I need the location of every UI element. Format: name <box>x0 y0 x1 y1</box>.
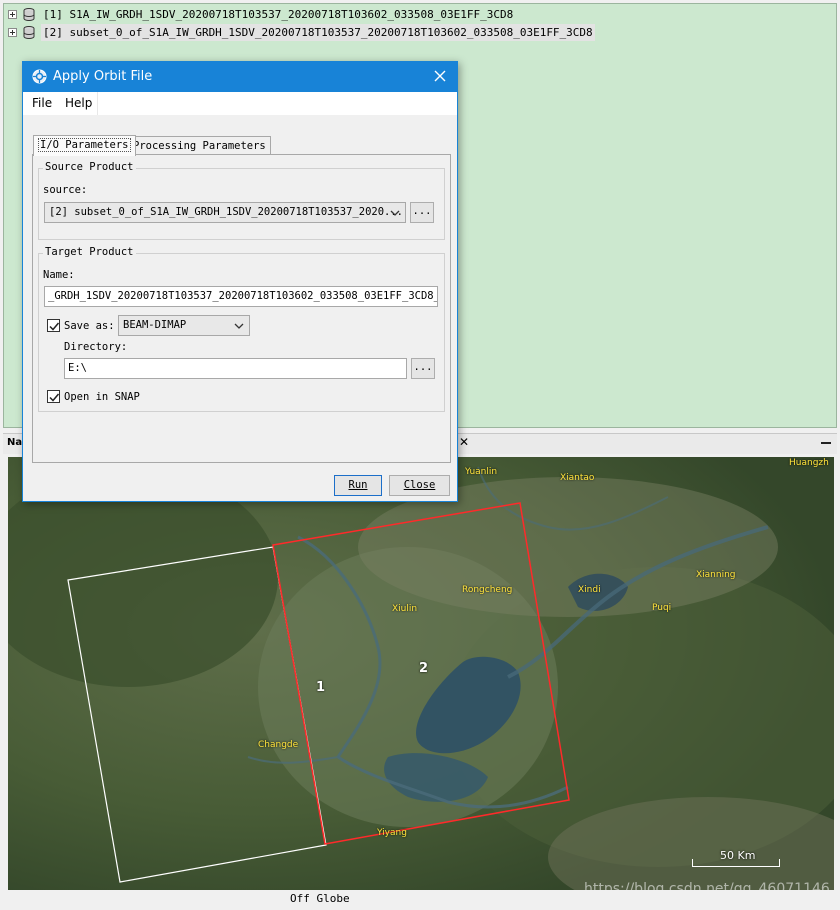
place-label: Rongcheng <box>462 585 513 595</box>
status-bar: Off Globe <box>3 890 837 908</box>
snap-app-icon <box>32 69 47 84</box>
directory-label: Directory: <box>64 341 128 353</box>
save-format-value: BEAM-DIMAP <box>123 319 187 331</box>
name-label: Name: <box>43 269 75 281</box>
product-row-1[interactable]: [1] S1A_IW_GRDH_1SDV_20200718T103537_202… <box>8 6 515 23</box>
place-label: Puqi <box>652 603 672 613</box>
dialog-titlebar[interactable]: Apply Orbit File <box>23 62 457 92</box>
run-button-label: Run <box>348 479 368 491</box>
scale-bar <box>692 859 780 867</box>
checkmark-icon <box>49 322 60 331</box>
directory-value: E:\ <box>68 362 87 374</box>
open-in-snap-label: Open in SNAP <box>64 391 140 403</box>
place-label: Xiantao <box>560 473 595 483</box>
close-button[interactable]: Close <box>389 475 450 496</box>
tab-processing-parameters[interactable]: Processing Parameters <box>128 136 271 156</box>
product-2-number: 2 <box>419 661 429 676</box>
minimize-icon[interactable] <box>821 442 831 444</box>
target-name-value: _GRDH_1SDV_20200718T103537_20200718T1036… <box>48 290 438 302</box>
group-title: Target Product <box>43 246 136 258</box>
world-map-view[interactable]: Yuanlin Xiantao Huangzh Rongcheng Xindi … <box>8 457 834 890</box>
run-button[interactable]: Run <box>334 475 382 496</box>
expand-icon[interactable] <box>8 28 17 37</box>
directory-browse-button[interactable]: ... <box>411 358 435 379</box>
place-label: Xianning <box>696 570 736 580</box>
open-in-snap-checkbox[interactable] <box>47 390 60 403</box>
place-label: Huangzh <box>789 458 829 468</box>
place-label: Xindi <box>578 585 601 595</box>
target-product-group: Target Product Name: _GRDH_1SDV_20200718… <box>38 246 445 412</box>
save-as-label: Save as: <box>64 320 115 332</box>
target-name-field[interactable]: _GRDH_1SDV_20200718T103537_20200718T1036… <box>44 286 438 307</box>
menubar-divider <box>97 92 98 115</box>
menu-file[interactable]: File <box>32 96 52 110</box>
place-label: Yiyang <box>377 828 407 838</box>
product-1-number: 1 <box>316 680 326 695</box>
product-row-2[interactable]: [2] subset_0_of_S1A_IW_GRDH_1SDV_2020071… <box>8 24 595 41</box>
save-as-checkbox[interactable] <box>47 319 60 332</box>
close-icon[interactable] <box>431 67 449 85</box>
product-label[interactable]: [1] S1A_IW_GRDH_1SDV_20200718T103537_202… <box>41 6 515 23</box>
chevron-down-icon <box>390 210 400 216</box>
close-tab-icon[interactable]: ✕ <box>459 435 469 449</box>
source-product-value: [2] subset_0_of_S1A_IW_GRDH_1SDV_2020071… <box>49 206 404 218</box>
expand-icon[interactable] <box>8 10 17 19</box>
place-label: Xiulin <box>392 604 418 614</box>
place-label: Changde <box>258 740 299 750</box>
checkmark-icon <box>49 393 60 402</box>
tab-io-parameters[interactable]: I/O Parameters <box>33 135 136 156</box>
source-browse-button[interactable]: ... <box>410 202 434 223</box>
globe-status-text: Off Globe <box>290 892 350 905</box>
tab-label: Processing Parameters <box>133 140 266 152</box>
database-icon <box>23 8 35 21</box>
menu-help[interactable]: Help <box>65 96 92 110</box>
product-label[interactable]: [2] subset_0_of_S1A_IW_GRDH_1SDV_2020071… <box>41 24 595 41</box>
io-parameters-panel: Source Product source: [2] subset_0_of_S… <box>32 154 451 463</box>
apply-orbit-file-dialog: Apply Orbit File File Help I/O Parameter… <box>22 61 458 502</box>
place-label: Yuanlin <box>465 467 498 477</box>
database-icon <box>23 26 35 39</box>
menubar: File Help <box>23 92 457 115</box>
tab-label: I/O Parameters <box>38 138 131 152</box>
dialog-title: Apply Orbit File <box>53 69 153 84</box>
group-title: Source Product <box>43 161 136 173</box>
save-format-select[interactable]: BEAM-DIMAP <box>118 315 250 336</box>
watermark: https://blog.csdn.net/qq_46071146 <box>584 881 830 890</box>
source-label: source: <box>43 184 88 196</box>
source-product-group: Source Product source: [2] subset_0_of_S… <box>38 161 445 240</box>
close-button-label: Close <box>403 479 436 491</box>
directory-field[interactable]: E:\ <box>64 358 407 379</box>
source-product-select[interactable]: [2] subset_0_of_S1A_IW_GRDH_1SDV_2020071… <box>44 202 406 223</box>
chevron-down-icon <box>234 323 244 329</box>
